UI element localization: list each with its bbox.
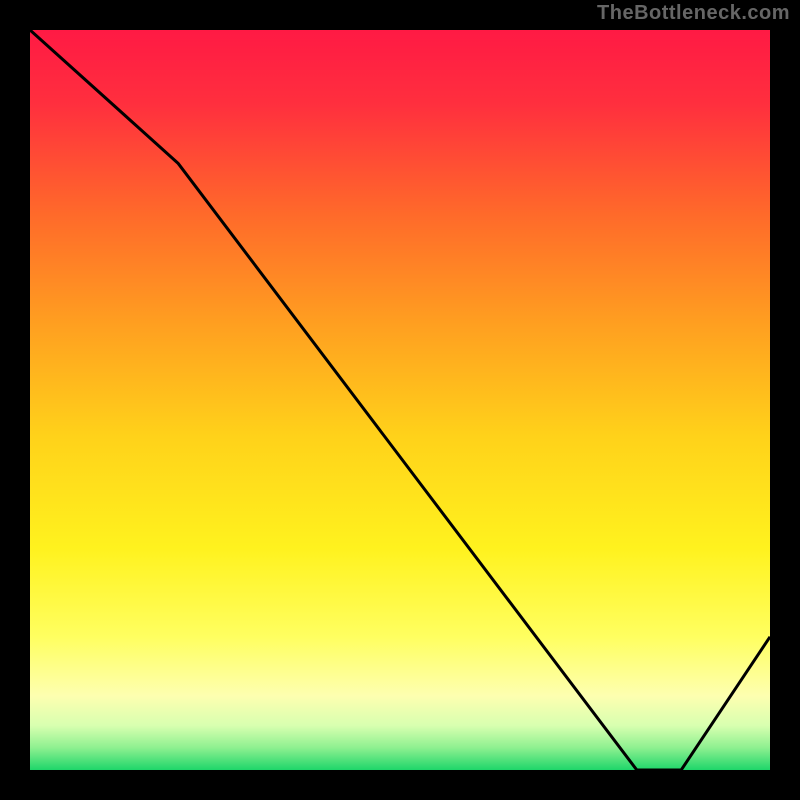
watermark-text: TheBottleneck.com bbox=[597, 2, 790, 25]
chart-frame: TheBottleneck.com bbox=[0, 0, 800, 800]
chart-svg bbox=[30, 30, 770, 770]
gradient-background bbox=[30, 30, 770, 770]
plot-area bbox=[30, 30, 770, 770]
